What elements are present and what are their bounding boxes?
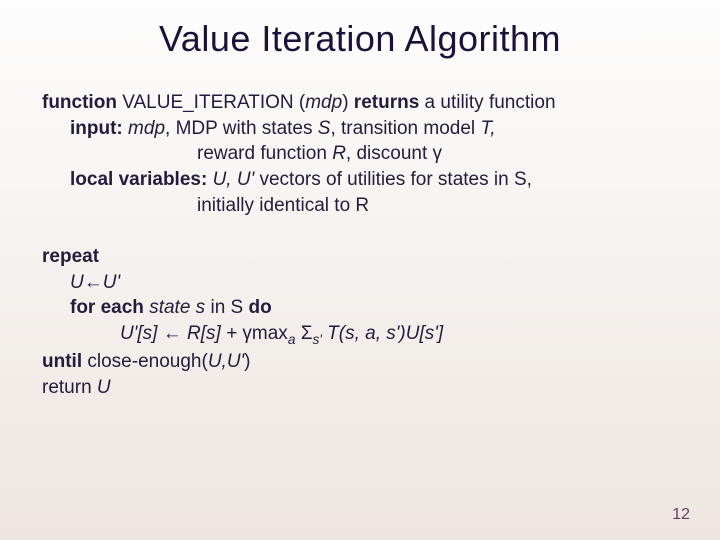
kw-foreach: for each [70,297,149,318]
fn-name: VALUE_ITERATION ( [122,92,305,113]
line-update: U'[s] ← R[s] + γmaxa Σs' T(s, a, s')U[s'… [42,321,678,349]
sub-sprime: s' [312,332,321,347]
line-input: input: mdp, MDP with states S, transitio… [42,116,678,142]
block-loop: repeat U←U' for each state s in S do U'[… [42,244,678,400]
input-tail2: , transition model [330,118,480,139]
line-local2: initially identical to R [42,193,678,219]
assign-arrow: ← [84,272,103,293]
update-max: max [252,323,288,344]
local-tail1: vectors of utilities for states in S, [254,169,532,190]
update-rhs1: R[s] + [187,323,242,344]
until-cond: close-enough( [82,351,208,372]
update-arrow: ← [163,323,187,344]
line-signature: function VALUE_ITERATION (mdp) returns a… [42,90,678,116]
update-gamma: γ [242,323,252,344]
local-tail2: initially identical to R [197,195,369,216]
line-until: until close-enough(U,U') [42,349,678,375]
kw-function: function [42,92,117,113]
kw-until: until [42,351,82,372]
foreach-tail: in S [205,297,248,318]
kw-returns: returns [349,92,425,113]
line-return: return U [42,375,678,401]
sym-gamma: γ [433,143,443,164]
algorithm-block: function VALUE_ITERATION (mdp) returns a… [0,70,720,401]
returns-desc: a utility function [425,92,556,113]
sym-T: T, [480,118,495,139]
return-kw: return [42,377,97,398]
line-repeat: repeat [42,244,678,270]
until-args: U,U' [208,351,244,372]
reward-a: reward function [197,143,332,164]
return-val: U [97,377,111,398]
update-lhs: U'[s] [120,323,163,344]
reward-b: , discount [346,143,433,164]
update-sigma: Σ [295,323,312,344]
fn-arg: mdp [305,92,342,113]
line-local: local variables: U, U' vectors of utilit… [42,167,678,193]
input-tail1: , MDP with states [165,118,318,139]
until-close: ) [244,351,250,372]
line-assign: U←U' [42,270,678,296]
line-reward: reward function R, discount γ [42,141,678,167]
kw-input: input: [70,118,123,139]
state-s: state s [149,297,205,318]
kw-do: do [249,297,272,318]
sym-S: S [318,118,331,139]
sym-UU: U, U' [207,169,254,190]
page-number: 12 [672,506,690,524]
assign-U: U [70,272,84,293]
slide-title: Value Iteration Algorithm [0,0,720,70]
kw-local: local variables: [70,169,207,190]
input-arg: mdp [123,118,165,139]
line-foreach: for each state s in S do [42,295,678,321]
assign-Up: U' [103,272,120,293]
kw-repeat: repeat [42,246,99,267]
sym-R: R [332,143,346,164]
update-T: T(s, a, s')U[s'] [322,323,443,344]
